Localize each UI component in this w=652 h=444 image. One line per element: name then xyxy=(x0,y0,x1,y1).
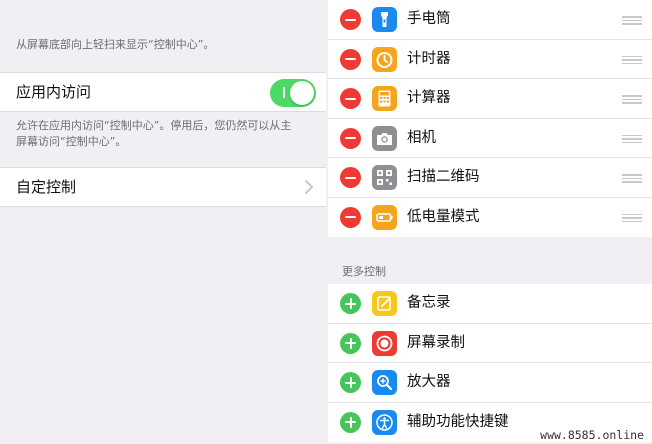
control-label: 屏幕录制 xyxy=(407,334,465,351)
reorder-handle[interactable] xyxy=(622,95,642,104)
included-control-row: 计算器 xyxy=(328,79,652,119)
in-app-access-toggle[interactable] xyxy=(270,79,316,107)
customize-controls-row[interactable]: 自定控制 xyxy=(0,167,326,207)
in-app-access-note-line2: 屏幕访问“控制中心”。 xyxy=(16,135,127,148)
control-label: 计时器 xyxy=(407,50,451,67)
more-control-row: 备忘录 xyxy=(328,284,652,324)
reorder-handle[interactable] xyxy=(622,16,642,25)
toggle-knob xyxy=(290,81,314,105)
more-controls-list: 备忘录 屏幕录制 放大器 辅助功能快捷键 xyxy=(328,284,652,442)
battery-icon xyxy=(372,204,397,230)
in-app-access-note: 允许在应用内访问“控制中心”。停用后，您仍然可以从主 屏幕访问“控制中心”。 xyxy=(16,118,291,150)
reorder-handle[interactable] xyxy=(622,213,642,222)
customize-right-pane: 手电筒 计时器 计算器 相机 扫描二维码 低电量模式 更多控制 备忘录 屏幕录制… xyxy=(328,0,652,444)
remove-button[interactable] xyxy=(340,48,361,70)
control-label: 计算器 xyxy=(407,90,451,106)
included-control-row: 低电量模式 xyxy=(328,198,652,238)
in-app-access-row: 应用内访问 xyxy=(0,72,326,112)
timer-icon xyxy=(372,46,397,72)
watermark: www.8585.online xyxy=(538,428,646,442)
screen-record-icon xyxy=(372,330,397,356)
magnifier-icon xyxy=(372,370,397,395)
add-button[interactable] xyxy=(340,332,361,354)
settings-left-pane: 从屏幕底部向上轻扫来显示“控制中心”。 应用内访问 允许在应用内访问“控制中心”… xyxy=(0,0,326,444)
control-label: 备忘录 xyxy=(407,295,451,311)
included-control-row: 扫描二维码 xyxy=(328,158,652,198)
flashlight-icon xyxy=(372,7,397,32)
included-control-row: 计时器 xyxy=(328,40,652,79)
accessibility-icon xyxy=(372,409,397,435)
more-control-row: 屏幕录制 xyxy=(328,324,652,363)
more-control-row: 放大器 xyxy=(328,363,652,403)
notes-icon xyxy=(372,291,397,316)
add-button[interactable] xyxy=(340,293,361,314)
included-control-row: 手电筒 xyxy=(328,0,652,40)
remove-button[interactable] xyxy=(340,88,361,109)
remove-button[interactable] xyxy=(340,167,361,188)
control-label: 放大器 xyxy=(407,374,451,390)
customize-controls-label: 自定控制 xyxy=(16,178,77,196)
in-app-access-label: 应用内访问 xyxy=(16,83,92,101)
control-label: 手电筒 xyxy=(407,11,451,27)
control-label: 低电量模式 xyxy=(407,208,480,225)
add-button[interactable] xyxy=(340,372,361,393)
more-controls-header: 更多控制 xyxy=(342,265,386,278)
included-controls-list: 手电筒 计时器 计算器 相机 扫描二维码 低电量模式 xyxy=(328,0,652,237)
control-label: 扫描二维码 xyxy=(407,169,480,185)
remove-button[interactable] xyxy=(340,127,361,149)
chevron-right-icon xyxy=(305,180,313,194)
reorder-handle[interactable] xyxy=(622,174,642,183)
reorder-handle[interactable] xyxy=(622,134,642,143)
toggle-on-mark xyxy=(283,87,285,98)
qr-code-icon xyxy=(372,165,397,190)
camera-icon xyxy=(372,125,397,151)
included-control-row: 相机 xyxy=(328,119,652,158)
in-app-access-note-line1: 允许在应用内访问“控制中心”。停用后，您仍然可以从主 xyxy=(16,119,292,132)
remove-button[interactable] xyxy=(340,206,361,228)
control-label: 辅助功能快捷键 xyxy=(407,413,509,430)
remove-button[interactable] xyxy=(340,9,361,30)
add-button[interactable] xyxy=(340,411,361,433)
reorder-handle[interactable] xyxy=(622,55,642,64)
calculator-icon xyxy=(372,86,397,111)
control-label: 相机 xyxy=(407,129,436,146)
swipe-instruction-note: 从屏幕底部向上轻扫来显示“控制中心”。 xyxy=(16,38,215,51)
